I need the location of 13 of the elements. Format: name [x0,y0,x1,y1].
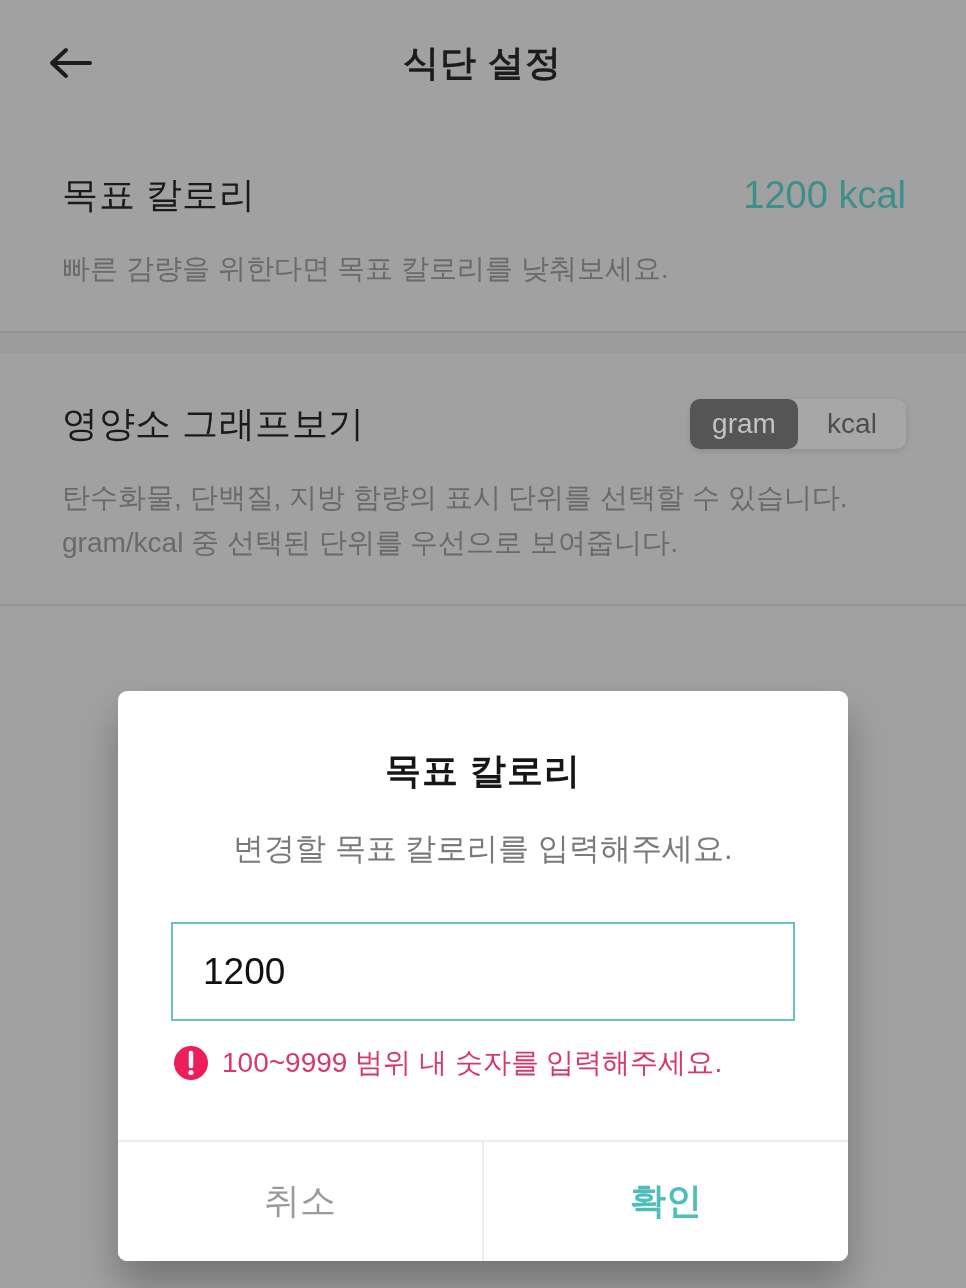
cancel-button[interactable]: 취소 [118,1142,482,1261]
calorie-input-field[interactable]: 1200 [171,922,795,1021]
unit-option[interactable]: kcal [798,399,906,449]
dialog-title: 목표 칼로리 [384,749,582,793]
error-icon [174,1046,208,1080]
unit-option[interactable]: gram [690,399,798,449]
confirm-button[interactable]: 확인 [482,1142,848,1261]
back-arrow-icon [48,46,92,79]
error-message: 100~9999 범위 내 숫자를 입력해주세요. [222,1046,723,1080]
setting-label: 영양소 그래프보기 [62,402,365,446]
dialog-message: 변경할 목표 칼로리를 입력해주세요. [232,830,734,868]
setting-label: 목표 칼로리 [62,173,255,217]
screen-title: 식단 설정 [402,40,564,85]
